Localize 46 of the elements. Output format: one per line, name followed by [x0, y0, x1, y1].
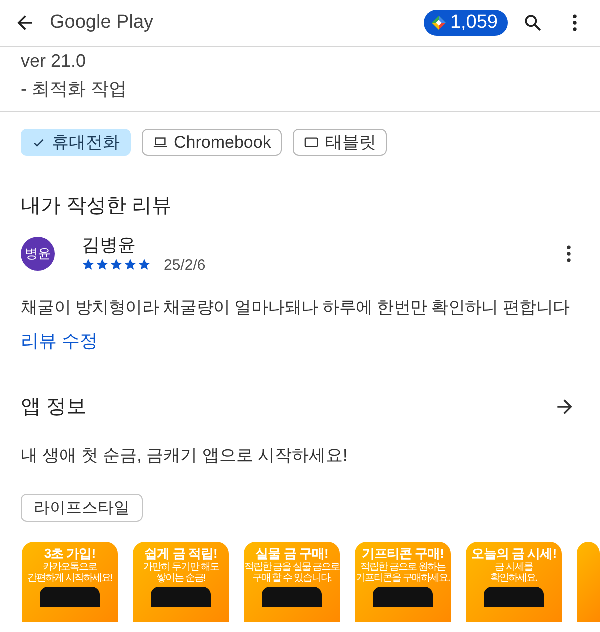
screenshot-title: 오늘의 금 시세! — [471, 546, 557, 562]
screenshot-caption: 쌓이는 순금! — [156, 573, 206, 584]
device-chip[interactable]: 휴대전화 — [21, 129, 131, 156]
user-avatar: 병윤 — [21, 236, 55, 270]
review-date: 25/2/6 — [164, 257, 206, 274]
screenshot-caption: 가만히 두기만 해도 — [143, 562, 219, 573]
phone-mockup — [262, 587, 322, 607]
screenshot-title: 기프티콘 구매! — [362, 546, 444, 562]
search-icon[interactable] — [522, 12, 544, 34]
star-icon — [82, 258, 95, 271]
release-note: ver 21.0 — [21, 50, 88, 73]
screenshot-caption: 금 시세를 — [495, 562, 533, 573]
device-chip[interactable]: 태블릿 — [293, 129, 388, 156]
screenshot-title: 실물 금 구매! — [256, 546, 328, 562]
star-icon — [96, 258, 109, 271]
laptop-icon — [153, 135, 168, 150]
points-count: 1,059 — [450, 12, 498, 34]
reviewer-name: 김병윤 — [82, 234, 137, 257]
screenshot-caption: 적립한 금으로 원하는 — [360, 562, 446, 573]
phone-mockup — [40, 587, 100, 607]
phone-mockup — [151, 587, 211, 607]
review-text: 채굴이 방치형이라 채굴량이 얼마나돼나 하루에 한번만 확인하니 편합니다 — [21, 297, 571, 319]
category-chip[interactable]: 라이프스타일 — [21, 494, 143, 522]
app-title: Google Play — [50, 12, 154, 34]
screenshot-caption: 간편하게 시작하세요! — [28, 573, 112, 584]
star-icon — [138, 258, 151, 271]
phone-mockup — [484, 587, 544, 607]
diamond-icon — [431, 15, 448, 31]
screenshot-caption: 카카오톡으로 — [43, 562, 97, 573]
screenshot-caption: 기프티콘을 구매하세요. — [356, 573, 450, 584]
screenshot-caption: 구매 할 수 있습니다. — [252, 573, 332, 584]
phone-mockup — [373, 587, 433, 607]
release-note: - 최적화 작업 — [21, 78, 128, 101]
star-icon — [110, 258, 123, 271]
app-description: 내 생애 첫 순금, 금캐기 앱으로 시작하세요! — [21, 445, 349, 467]
section-heading: 앱 정보 — [21, 395, 87, 420]
section-heading: 내가 작성한 리뷰 — [21, 194, 174, 219]
star-icon — [124, 258, 137, 271]
screenshot-caption: 확인하세요. — [490, 573, 538, 584]
screenshot-title: 3초 가입! — [44, 546, 96, 562]
screenshot-title: 쉽게 금 적립! — [144, 546, 218, 562]
tablet-icon — [304, 135, 320, 150]
points-badge[interactable]: 1,059 — [424, 10, 508, 36]
edit-review-link[interactable]: 리뷰 수정 — [21, 329, 98, 353]
device-chip[interactable]: Chromebook — [142, 129, 282, 156]
screenshot-caption: 적립한 금을 실물 금으로 — [244, 562, 340, 573]
